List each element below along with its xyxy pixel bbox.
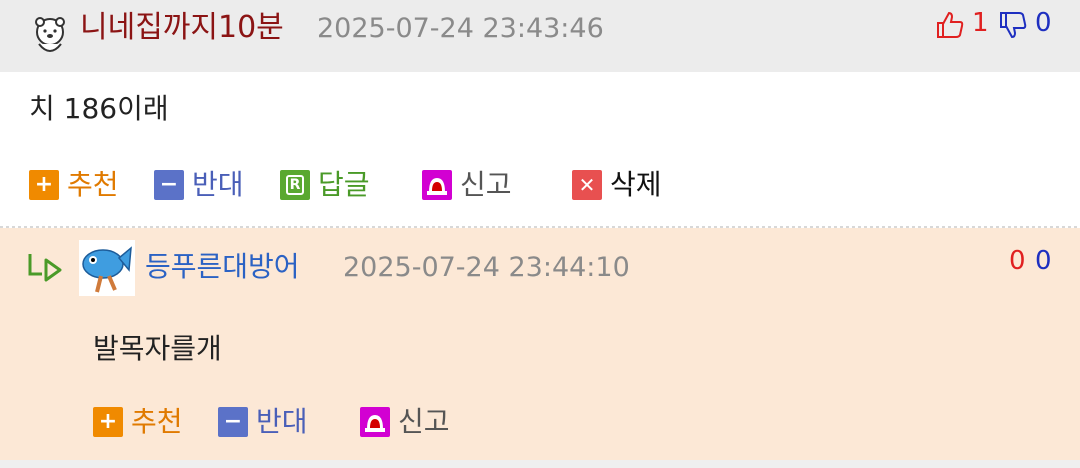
comment-1-report-button[interactable]: 신고 [422, 168, 512, 202]
minus-icon: − [218, 407, 248, 437]
plus-icon: + [29, 170, 59, 200]
user-avatar-icon[interactable] [79, 240, 135, 296]
oppose-label: 반대 [256, 405, 308, 438]
report-label: 신고 [398, 405, 450, 438]
comment-1-like-count: 1 [972, 8, 989, 38]
thumbs-down-icon[interactable] [998, 10, 1028, 40]
bottom-strip [0, 460, 1080, 468]
comment-1-reply-button[interactable]: R 답글 [280, 168, 370, 202]
comment-1-recommend-button[interactable]: + 추천 [29, 168, 119, 202]
reply-icon: R [280, 170, 310, 200]
report-label: 신고 [460, 168, 512, 201]
siren-icon [360, 407, 390, 437]
comment-1-nickname[interactable]: 니네집까지10분 [80, 10, 284, 46]
reply-label: 답글 [318, 168, 370, 201]
minus-icon: − [154, 170, 184, 200]
comment-2-oppose-button[interactable]: − 반대 [218, 405, 308, 439]
siren-icon [422, 170, 452, 200]
comment-1-datetime: 2025-07-24 23:43:46 [317, 13, 604, 44]
comment-2-like-count[interactable]: 0 [1009, 246, 1026, 276]
reply-arrow-icon [26, 250, 64, 284]
comment-2-report-button[interactable]: 신고 [360, 405, 450, 439]
recommend-label: 추천 [131, 405, 183, 438]
plus-icon: + [93, 407, 123, 437]
recommend-label: 추천 [67, 168, 119, 201]
comment-1-delete-button[interactable]: ✕ 삭제 [572, 168, 662, 202]
comment-1-dislike-count: 0 [1035, 8, 1052, 38]
comment-1-oppose-button[interactable]: − 반대 [154, 168, 244, 202]
comment-2-nickname[interactable]: 등푸른대방어 [145, 250, 300, 284]
oppose-label: 반대 [192, 168, 244, 201]
user-avatar-icon[interactable] [30, 14, 70, 58]
comment-2-recommend-button[interactable]: + 추천 [93, 405, 183, 439]
delete-label: 삭제 [610, 168, 662, 201]
close-icon: ✕ [572, 170, 602, 200]
comment-2-dislike-count[interactable]: 0 [1035, 246, 1052, 276]
comment-1-text: 치 186이래 [29, 92, 169, 125]
thumbs-up-icon[interactable] [935, 10, 965, 40]
comment-2-text: 발목자를개 [93, 332, 222, 365]
comment-2-datetime: 2025-07-24 23:44:10 [343, 252, 630, 283]
